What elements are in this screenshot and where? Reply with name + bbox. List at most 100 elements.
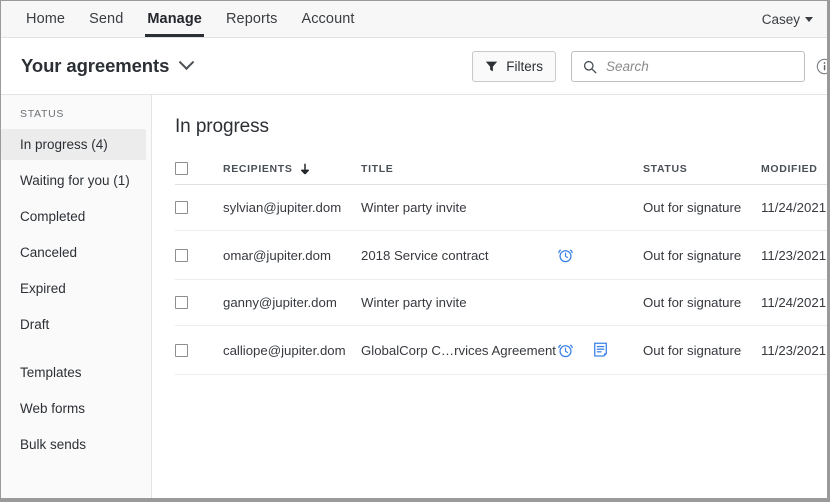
- chevron-down-icon: [805, 17, 813, 22]
- table-row[interactable]: ganny@jupiter.dom Winter party invite Ou…: [175, 279, 827, 326]
- table-header-row: RECIPIENTS TITLE STATUS MODIFIED: [175, 154, 827, 185]
- sidebar-item-canceled[interactable]: Canceled: [1, 237, 146, 268]
- user-menu-label: Casey: [761, 12, 800, 27]
- sidebar-item-label: Web forms: [20, 401, 86, 416]
- row-checkbox[interactable]: [175, 296, 188, 309]
- table-row[interactable]: sylvian@jupiter.dom Winter party invite …: [175, 184, 827, 231]
- row-recipient: sylvian@jupiter.dom: [223, 184, 361, 231]
- search-input[interactable]: [606, 59, 804, 74]
- filters-button[interactable]: Filters: [472, 51, 556, 82]
- sidebar-item-label: Waiting for you (1): [20, 173, 130, 188]
- column-header-label: STATUS: [643, 162, 688, 175]
- main-content: In progress RECIPIENTS TITLE STATUS MODI…: [152, 95, 827, 498]
- column-header-label: RECIPIENTS: [223, 162, 293, 175]
- row-indicators: [557, 230, 643, 280]
- row-recipient: omar@jupiter.dom: [223, 230, 361, 280]
- agreements-table: RECIPIENTS TITLE STATUS MODIFIED sylvian…: [175, 154, 827, 375]
- section-title: In progress: [175, 116, 269, 137]
- sub-header-actions: Filters: [472, 38, 827, 95]
- row-status: Out for signature: [643, 279, 761, 326]
- sidebar-item-label: In progress (4): [20, 137, 108, 152]
- row-indicator-group: [557, 341, 643, 359]
- table-row[interactable]: omar@jupiter.dom 2018 Service contract O…: [175, 230, 827, 280]
- row-title: Winter party invite: [361, 279, 557, 326]
- sidebar-item-label: Completed: [20, 209, 86, 224]
- alarm-clock-icon[interactable]: [557, 246, 574, 264]
- row-indicators: [557, 279, 643, 326]
- nav-item-account[interactable]: Account: [289, 1, 366, 37]
- sidebar-item-in-progress[interactable]: In progress (4): [1, 129, 146, 160]
- sidebar-item-label: Expired: [20, 281, 66, 296]
- document-form-icon[interactable]: [592, 341, 609, 359]
- nav-item-label: Send: [89, 11, 124, 27]
- chevron-down-icon[interactable]: [178, 53, 195, 70]
- row-select-cell: [175, 325, 223, 375]
- sidebar-item-web-forms[interactable]: Web forms: [1, 393, 146, 424]
- row-select-cell: [175, 184, 223, 231]
- row-recipient: calliope@jupiter.dom: [223, 325, 361, 375]
- nav-item-label: Reports: [225, 11, 278, 27]
- table-header: RECIPIENTS TITLE STATUS MODIFIED: [175, 154, 827, 185]
- row-indicators: [557, 325, 643, 375]
- sidebar-item-label: Canceled: [20, 245, 78, 260]
- row-indicators: [557, 184, 643, 231]
- select-all-header: [175, 154, 223, 185]
- nav-item-manage[interactable]: Manage: [135, 1, 214, 37]
- row-status: Out for signature: [643, 184, 761, 231]
- row-modified: 11/23/2021: [761, 325, 827, 375]
- row-modified: 11/24/2021: [761, 184, 827, 231]
- sidebar-item-completed[interactable]: Completed: [1, 201, 146, 232]
- row-checkbox[interactable]: [175, 248, 188, 262]
- sort-recipients[interactable]: RECIPIENTS: [223, 163, 310, 175]
- column-header-indicators: [557, 154, 643, 185]
- row-status: Out for signature: [643, 325, 761, 375]
- page-title: Your agreements: [21, 55, 170, 76]
- sidebar-item-label: Draft: [20, 317, 50, 332]
- row-modified: 11/24/2021: [761, 279, 827, 326]
- column-header-label: TITLE: [361, 162, 394, 175]
- row-status: Out for signature: [643, 230, 761, 280]
- table-row[interactable]: calliope@jupiter.dom GlobalCorp C…rvices…: [175, 325, 827, 375]
- sidebar-divider-gap: [1, 345, 151, 357]
- top-navigation: Home Send Manage Reports Account Casey: [1, 1, 827, 38]
- sidebar-item-expired[interactable]: Expired: [1, 273, 146, 304]
- body: STATUS In progress (4) Waiting for you (…: [1, 95, 827, 498]
- sidebar-item-label: Bulk sends: [20, 437, 87, 452]
- nav-item-home[interactable]: Home: [14, 1, 77, 37]
- search-icon: [583, 60, 597, 74]
- table-body: sylvian@jupiter.dom Winter party invite …: [175, 184, 827, 375]
- column-header-recipients[interactable]: RECIPIENTS: [223, 154, 361, 185]
- column-header-label: MODIFIED: [761, 162, 818, 175]
- column-header-title[interactable]: TITLE: [361, 154, 557, 185]
- filters-label: Filters: [506, 59, 543, 74]
- nav-item-reports[interactable]: Reports: [214, 1, 289, 37]
- column-header-modified[interactable]: MODIFIED: [761, 154, 827, 185]
- nav-item-send[interactable]: Send: [77, 1, 135, 37]
- row-select-cell: [175, 279, 223, 326]
- row-checkbox[interactable]: [175, 343, 188, 357]
- row-checkbox[interactable]: [175, 201, 188, 214]
- info-circle-icon[interactable]: [816, 58, 827, 75]
- sub-header: Your agreements Filters: [1, 38, 827, 95]
- arrow-down-icon: [300, 163, 310, 175]
- alarm-clock-icon[interactable]: [557, 341, 574, 359]
- user-menu[interactable]: Casey: [762, 1, 813, 38]
- sidebar-item-draft[interactable]: Draft: [1, 309, 146, 340]
- nav-item-label: Home: [26, 11, 66, 27]
- sidebar-item-label: Templates: [20, 365, 82, 380]
- row-select-cell: [175, 230, 223, 280]
- column-header-status[interactable]: STATUS: [643, 154, 761, 185]
- nav-item-label: Account: [301, 11, 355, 27]
- sidebar-item-templates[interactable]: Templates: [1, 357, 146, 388]
- sidebar-item-waiting-for-you[interactable]: Waiting for you (1): [1, 165, 146, 196]
- row-title: GlobalCorp C…rvices Agreement: [361, 325, 557, 375]
- row-modified: 11/23/2021: [761, 230, 827, 280]
- nav-item-label: Manage: [147, 11, 202, 27]
- search-box[interactable]: [571, 51, 805, 82]
- row-title: 2018 Service contract: [361, 230, 557, 280]
- row-recipient: ganny@jupiter.dom: [223, 279, 361, 326]
- row-indicator-group: [557, 246, 643, 264]
- app-window: Home Send Manage Reports Account Casey Y…: [0, 0, 830, 502]
- sidebar-item-bulk-sends[interactable]: Bulk sends: [1, 429, 146, 460]
- select-all-checkbox[interactable]: [175, 162, 188, 175]
